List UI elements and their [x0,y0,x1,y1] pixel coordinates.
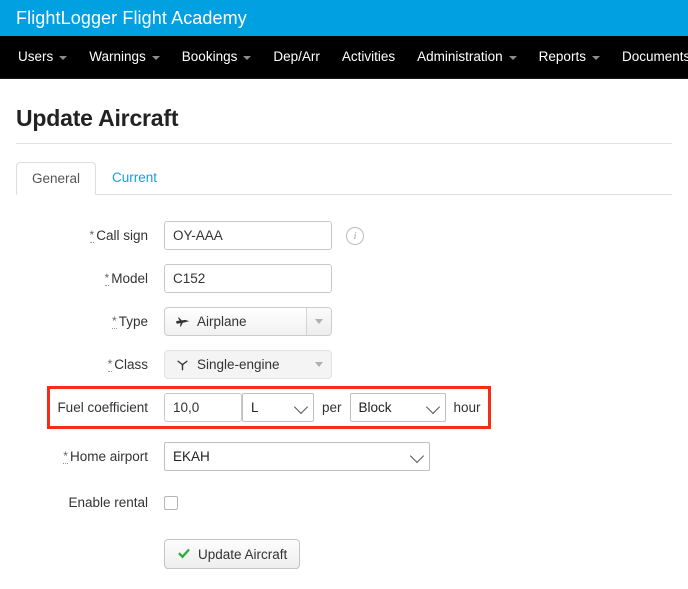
nav-item-reports[interactable]: Reports [528,36,611,79]
type-select-value: Airplane [197,314,247,329]
type-select-value-container: Airplane [165,308,306,335]
nav-item-label: Activities [341,49,396,65]
nav-item-label: Users [18,49,54,65]
update-aircraft-button[interactable]: Update Aircraft [164,539,301,569]
tab-general[interactable]: General [16,162,97,195]
field-row-model: * Model [16,264,672,293]
submit-row: Update Aircraft [16,539,672,569]
home-airport-select[interactable]: EKAH [164,442,430,471]
required-marker: * [104,270,110,286]
chevron-down-icon [243,56,252,60]
fuel-coefficient-input[interactable] [164,393,242,422]
type-label-text: Type [118,313,148,329]
page-content: Update Aircraft General Current * Call si… [0,105,688,569]
fuel-coefficient-label: Fuel coefficient [16,401,164,415]
class-select-value: Single-engine [197,357,280,372]
required-marker: * [107,356,113,372]
fuel-unit-select[interactable]: L [242,393,314,422]
class-label-text: Class [114,356,148,372]
fuel-basis-value: Block [358,400,392,415]
nav-item-administration[interactable]: Administration [406,36,528,79]
chevron-down-icon [591,56,600,60]
chevron-down-icon [409,448,425,463]
tab-current[interactable]: Current [96,161,173,194]
chevron-down-icon [151,56,160,60]
required-marker: * [112,313,117,329]
nav-item-label: Administration [417,49,503,65]
model-label-text: Model [111,270,148,286]
type-label: * Type [16,313,164,329]
field-row-class: * Class Single-engine [16,350,672,379]
nav-item-label: Warnings [89,49,146,65]
nav-item-bookings[interactable]: Bookings [171,36,263,79]
brand-title: FlightLogger Flight Academy [16,8,247,28]
info-circle-icon[interactable]: i [346,226,364,245]
class-label: * Class [16,356,164,372]
tab-bar: General Current [16,162,672,195]
chevron-down-icon [306,308,331,335]
type-select[interactable]: Airplane [164,307,332,336]
enable-rental-label-text: Enable rental [68,495,148,511]
propeller-icon [175,358,190,371]
home-airport-label: * Home airport [16,448,164,464]
tab-label: General [32,170,81,186]
field-row-call-sign: *Call sign i [16,221,672,250]
nav-item-warnings[interactable]: Warnings [78,36,171,79]
model-input[interactable] [164,264,332,293]
nav-item-documents[interactable]: Documents [611,36,688,79]
class-select-value-container: Single-engine [165,351,307,378]
fuel-basis-select[interactable]: Block [349,393,446,422]
model-label: * Model [16,270,164,286]
nav-item-activities[interactable]: Activities [331,36,406,79]
required-marker: * [63,448,68,464]
chevron-down-icon [59,56,68,60]
nav-item-label: Dep/Arr [273,49,320,65]
enable-rental-label: Enable rental [16,496,164,510]
field-row-type: * Type Airplane [16,307,672,336]
hour-label: hour [453,399,481,415]
aircraft-form: *Call sign i *Model *Type [16,221,672,569]
nav-item-label: Documents [621,49,688,65]
call-sign-input[interactable] [164,221,332,250]
chevron-down-icon [307,351,331,378]
update-aircraft-button-label: Update Aircraft [198,546,288,562]
page-title: Update Aircraft [16,105,179,131]
brand-header: FlightLogger Flight Academy [0,0,688,36]
chevron-down-icon [425,399,440,414]
home-airport-value: EKAH [173,449,210,464]
field-row-home-airport: * Home airport EKAH [16,442,672,471]
nav-item-label: Reports [538,49,586,65]
required-marker: * [89,227,95,243]
tab-label: Current [112,169,158,185]
info-glyph: i [353,229,357,242]
nav-item-users[interactable]: Users [18,36,78,79]
call-sign-label: * Call sign [16,227,164,243]
class-select[interactable]: Single-engine [164,350,332,379]
per-label: per [322,399,342,415]
enable-rental-checkbox[interactable] [164,496,178,510]
chevron-down-icon [293,399,309,414]
chevron-down-icon [508,56,517,60]
fuel-unit-value: L [251,400,259,415]
nav-item-label: Bookings [181,49,238,65]
field-row-fuel-coefficient: Fuel coefficient L per Block hour [16,393,672,422]
airplane-icon [175,315,190,328]
fuel-coefficient-label-text: Fuel coefficient [57,399,148,415]
call-sign-label-text: Call sign [96,227,148,243]
field-row-enable-rental: Enable rental [16,489,672,517]
nav-item-dep-arr[interactable]: Dep/Arr [262,36,331,79]
home-airport-label-text: Home airport [69,448,148,464]
title-divider [16,143,672,144]
check-icon [177,548,191,560]
main-navigation: Users Warnings Bookings Dep/Arr Activiti… [0,36,688,79]
